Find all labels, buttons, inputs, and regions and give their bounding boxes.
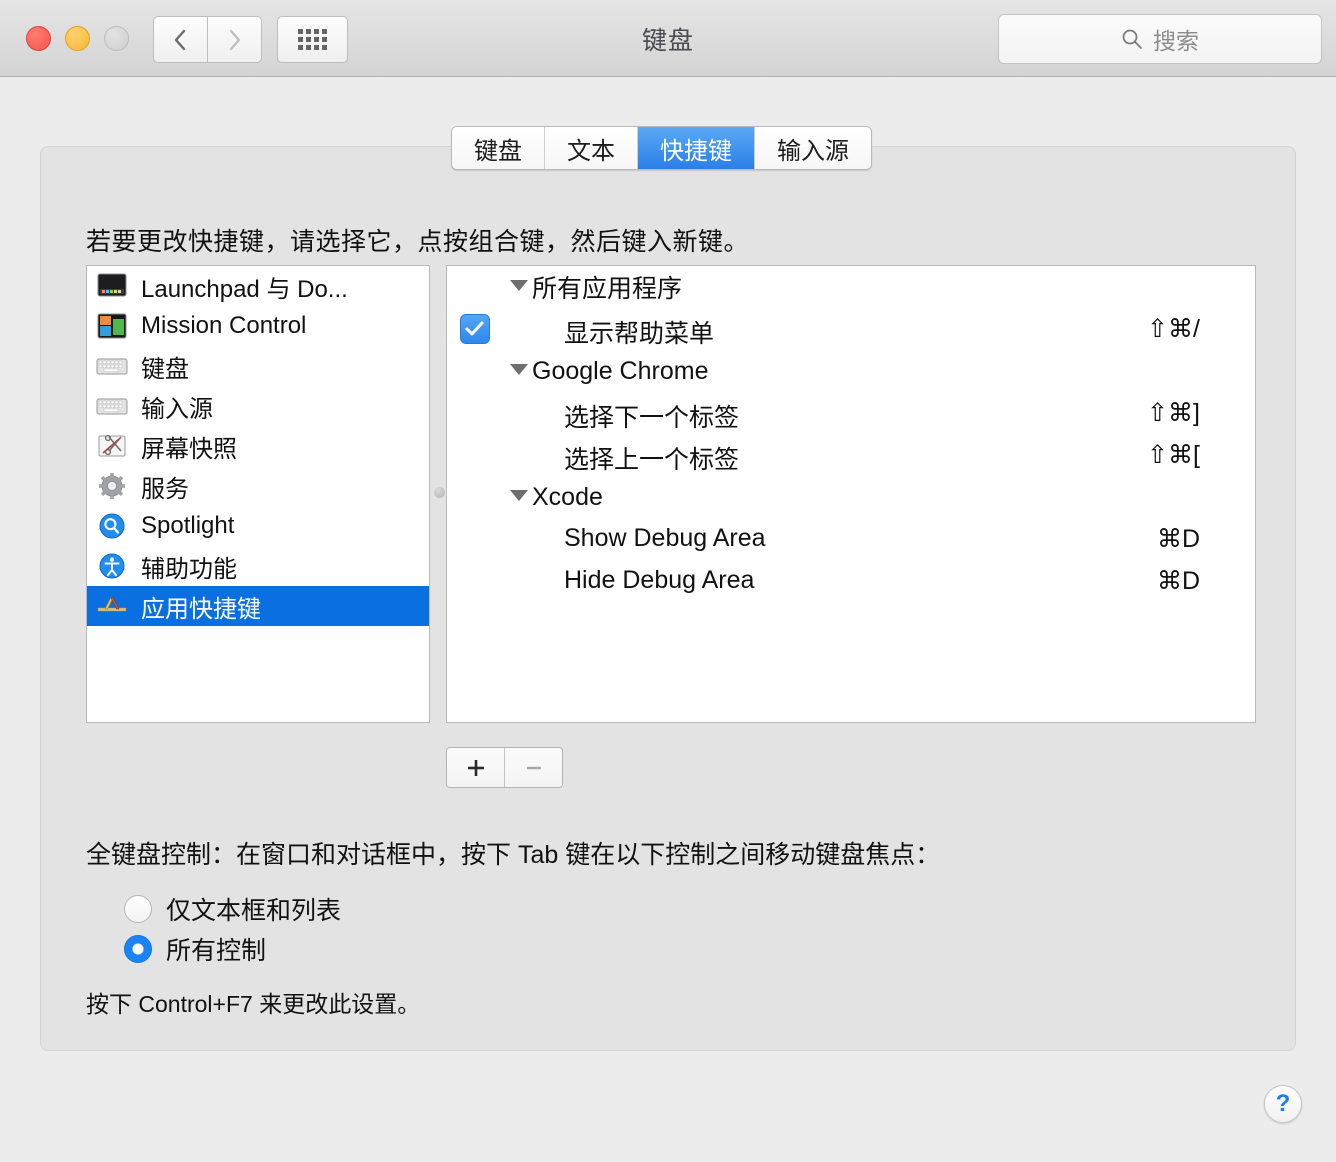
- shortcut-categories-list[interactable]: Launchpad 与 Do... Mission Control: [86, 265, 430, 723]
- shortcut-key: ⇧⌘/: [1147, 314, 1200, 344]
- shortcut-key: ⇧⌘]: [1147, 398, 1200, 428]
- sidebar-item-screenshots[interactable]: 屏幕快照: [87, 426, 429, 466]
- tab-text[interactable]: 文本: [545, 127, 638, 169]
- split-divider[interactable]: [434, 265, 444, 723]
- shortcut-row[interactable]: 选择下一个标签 ⇧⌘]: [447, 392, 1255, 434]
- full-keyboard-access-options: 仅文本框和列表 所有控制: [86, 889, 940, 969]
- add-shortcut-button[interactable]: [447, 748, 504, 787]
- sidebar-item-label: Launchpad 与 Do...: [141, 269, 348, 304]
- window-titlebar: 键盘 搜索: [0, 0, 1336, 77]
- sidebar-item-input-sources[interactable]: 输入源: [87, 386, 429, 426]
- sidebar-item-services[interactable]: 服务: [87, 466, 429, 506]
- sidebar-item-label: Spotlight: [141, 512, 234, 540]
- input-sources-icon: [95, 391, 129, 421]
- shortcut-key: ⌘D: [1157, 566, 1200, 596]
- sidebar-item-label: 键盘: [141, 349, 189, 384]
- search-icon: [1121, 28, 1143, 50]
- shortcut-name: Hide Debug Area: [564, 566, 754, 595]
- full-keyboard-access-section: 全键盘控制：在窗口和对话框中，按下 Tab 键在以下控制之间移动键盘焦点： 仅文…: [86, 835, 940, 1019]
- screenshot-icon: [95, 431, 129, 461]
- instruction-text: 若要更改快捷键，请选择它，点按组合键，然后键入新键。: [86, 222, 749, 258]
- sidebar-item-label: 输入源: [141, 389, 213, 424]
- radio-label: 仅文本框和列表: [166, 891, 341, 927]
- services-gear-icon: [95, 471, 129, 501]
- app-shortcuts-icon: [95, 591, 129, 621]
- chevron-down-icon[interactable]: [510, 364, 528, 375]
- check-icon: [464, 319, 486, 339]
- sidebar-item-keyboard[interactable]: 键盘: [87, 346, 429, 386]
- tab-bar: 键盘 文本 快捷键 输入源: [451, 126, 872, 170]
- group-label: Xcode: [532, 483, 603, 512]
- tab-shortcuts[interactable]: 快捷键: [638, 127, 755, 169]
- launchpad-dock-icon: [95, 271, 129, 301]
- system-preferences-window: 键盘 搜索 键盘 文本 快捷键 输入源 若要更改快捷键，请选择它，点按组合键，然…: [0, 0, 1336, 1162]
- help-button[interactable]: ?: [1264, 1085, 1302, 1123]
- radio-button-selected[interactable]: [124, 935, 152, 963]
- sidebar-item-mission-control[interactable]: Mission Control: [87, 306, 429, 346]
- search-input[interactable]: 搜索: [998, 14, 1322, 64]
- chevron-down-icon[interactable]: [510, 490, 528, 501]
- shortcut-group-all-apps[interactable]: 所有应用程序: [447, 266, 1255, 308]
- sidebar-item-label: Mission Control: [141, 312, 306, 340]
- sidebar-item-app-shortcuts[interactable]: 应用快捷键: [87, 586, 429, 626]
- group-label: Google Chrome: [532, 357, 708, 386]
- full-keyboard-access-title: 全键盘控制：在窗口和对话框中，按下 Tab 键在以下控制之间移动键盘焦点：: [86, 835, 940, 871]
- shortcut-name: 选择上一个标签: [564, 440, 739, 476]
- keyboard-icon: [95, 351, 129, 381]
- shortcut-row[interactable]: Hide Debug Area ⌘D: [447, 560, 1255, 602]
- radio-option-all-controls[interactable]: 所有控制: [86, 929, 940, 969]
- shortcut-row[interactable]: 显示帮助菜单 ⇧⌘/: [447, 308, 1255, 350]
- shortcut-name: 显示帮助菜单: [564, 314, 714, 350]
- sidebar-item-label: 辅助功能: [141, 549, 237, 584]
- sidebar-item-label: 服务: [141, 469, 189, 504]
- shortcut-name: 选择下一个标签: [564, 398, 739, 434]
- shortcut-row[interactable]: Show Debug Area ⌘D: [447, 518, 1255, 560]
- radio-button[interactable]: [124, 895, 152, 923]
- radio-option-text-boxes-and-lists[interactable]: 仅文本框和列表: [86, 889, 940, 929]
- sidebar-item-launchpad-dock[interactable]: Launchpad 与 Do...: [87, 266, 429, 306]
- shortcut-name: Show Debug Area: [564, 524, 766, 553]
- sidebar-item-accessibility[interactable]: 辅助功能: [87, 546, 429, 586]
- tab-input-sources[interactable]: 输入源: [755, 127, 871, 169]
- shortcut-row[interactable]: 选择上一个标签 ⇧⌘[: [447, 434, 1255, 476]
- shortcut-key: ⌘D: [1157, 524, 1200, 554]
- spotlight-icon: [95, 511, 129, 541]
- sidebar-item-label: 应用快捷键: [141, 589, 261, 624]
- list-edit-buttons: [446, 747, 563, 788]
- chevron-down-icon[interactable]: [510, 280, 528, 291]
- accessibility-icon: [95, 551, 129, 581]
- group-label: 所有应用程序: [532, 269, 682, 305]
- tab-keyboard[interactable]: 键盘: [452, 127, 545, 169]
- sidebar-item-label: 屏幕快照: [141, 429, 237, 464]
- shortcut-key: ⇧⌘[: [1147, 440, 1200, 470]
- remove-shortcut-button: [504, 748, 562, 787]
- shortcut-checkbox[interactable]: [460, 314, 490, 344]
- minus-icon: [522, 756, 546, 780]
- search-placeholder: 搜索: [1153, 22, 1199, 56]
- full-keyboard-access-hint: 按下 Control+F7 来更改此设置。: [86, 985, 940, 1019]
- radio-label: 所有控制: [166, 931, 266, 967]
- shortcut-group-google-chrome[interactable]: Google Chrome: [447, 350, 1255, 392]
- sidebar-item-spotlight[interactable]: Spotlight: [87, 506, 429, 546]
- shortcuts-tree[interactable]: 所有应用程序 显示帮助菜单 ⇧⌘/ Google Chrome: [446, 265, 1256, 723]
- plus-icon: [464, 756, 488, 780]
- mission-control-icon: [95, 311, 129, 341]
- shortcut-group-xcode[interactable]: Xcode: [447, 476, 1255, 518]
- split-handle-icon[interactable]: [434, 487, 445, 498]
- preferences-panel: 键盘 文本 快捷键 输入源 若要更改快捷键，请选择它，点按组合键，然后键入新键。…: [40, 146, 1296, 1051]
